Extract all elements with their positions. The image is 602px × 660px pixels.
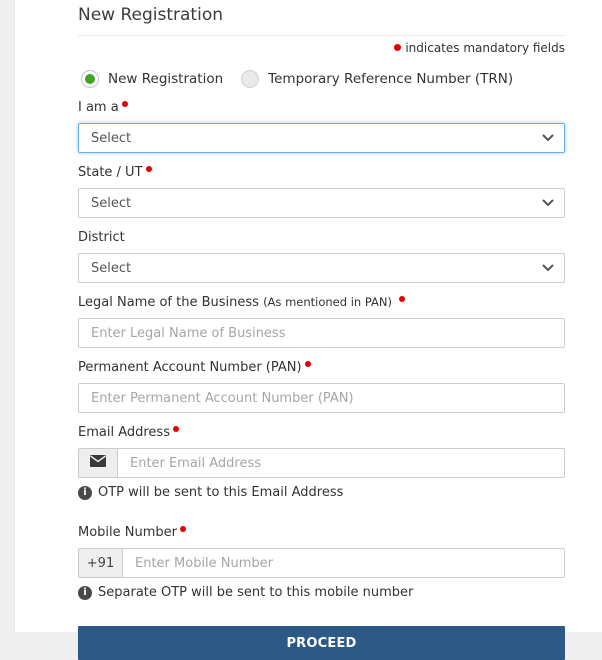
mobile-prefix: +91 xyxy=(78,548,122,578)
district-label: District xyxy=(78,230,125,245)
registration-panel: New Registration indicates mandatory fie… xyxy=(14,0,602,660)
email-hint: OTP will be sent to this Email Address xyxy=(78,485,565,500)
info-icon xyxy=(78,485,92,500)
legal-name-input[interactable] xyxy=(78,318,565,348)
title-divider xyxy=(78,35,565,36)
state-select[interactable]: Select xyxy=(78,188,565,218)
envelope-icon xyxy=(90,455,106,471)
mobile-input[interactable] xyxy=(122,548,565,578)
mandatory-note-text: indicates mandatory fields xyxy=(405,41,565,55)
i-am-a-label: I am a xyxy=(78,100,565,115)
chevron-down-icon xyxy=(542,264,554,272)
proceed-button[interactable]: PROCEED xyxy=(78,626,565,660)
i-am-a-select[interactable]: Select xyxy=(78,123,565,153)
required-dot-icon xyxy=(172,426,179,432)
state-select-value: Select xyxy=(91,195,132,211)
required-dot-icon xyxy=(394,44,402,51)
chevron-down-icon xyxy=(542,199,554,207)
info-icon xyxy=(78,585,92,600)
legal-name-sublabel: (As mentioned in PAN) xyxy=(263,295,392,309)
email-addon xyxy=(78,448,117,478)
mobile-group: Mobile Number +91 Separate OTP will be s… xyxy=(78,525,565,600)
required-dot-icon xyxy=(145,166,152,172)
required-dot-icon xyxy=(304,361,311,367)
legal-name-group: Legal Name of the Business (As mentioned… xyxy=(78,295,565,348)
mandatory-note: indicates mandatory fields xyxy=(78,41,565,55)
i-am-a-select-value: Select xyxy=(91,130,132,146)
mobile-label: Mobile Number xyxy=(78,525,565,540)
radio-new-registration[interactable] xyxy=(81,70,99,88)
district-select-value: Select xyxy=(91,260,132,276)
district-group: District Select xyxy=(78,230,565,283)
state-group: State / UT Select xyxy=(78,165,565,218)
pan-label: Permanent Account Number (PAN) xyxy=(78,360,565,375)
legal-name-label: Legal Name of the Business (As mentioned… xyxy=(78,295,565,310)
email-input[interactable] xyxy=(117,448,565,478)
state-label: State / UT xyxy=(78,165,565,180)
required-dot-icon xyxy=(399,296,406,302)
pan-group: Permanent Account Number (PAN) xyxy=(78,360,565,413)
chevron-down-icon xyxy=(542,134,554,142)
mobile-hint-text: Separate OTP will be sent to this mobile… xyxy=(98,585,414,600)
required-dot-icon xyxy=(121,101,128,107)
page-title: New Registration xyxy=(78,5,223,25)
email-group: Email Address OTP will be sent to this E… xyxy=(78,425,565,500)
radio-new-registration-label[interactable]: New Registration xyxy=(108,71,223,87)
mobile-hint: Separate OTP will be sent to this mobile… xyxy=(78,585,565,600)
registration-type-group: New Registration Temporary Reference Num… xyxy=(78,70,565,88)
pan-input[interactable] xyxy=(78,383,565,413)
district-select[interactable]: Select xyxy=(78,253,565,283)
email-label: Email Address xyxy=(78,425,565,440)
email-hint-text: OTP will be sent to this Email Address xyxy=(98,485,344,500)
radio-trn[interactable] xyxy=(241,70,260,88)
required-dot-icon xyxy=(180,526,186,532)
i-am-a-group: I am a Select xyxy=(78,100,565,153)
radio-trn-label[interactable]: Temporary Reference Number (TRN) xyxy=(268,71,513,87)
